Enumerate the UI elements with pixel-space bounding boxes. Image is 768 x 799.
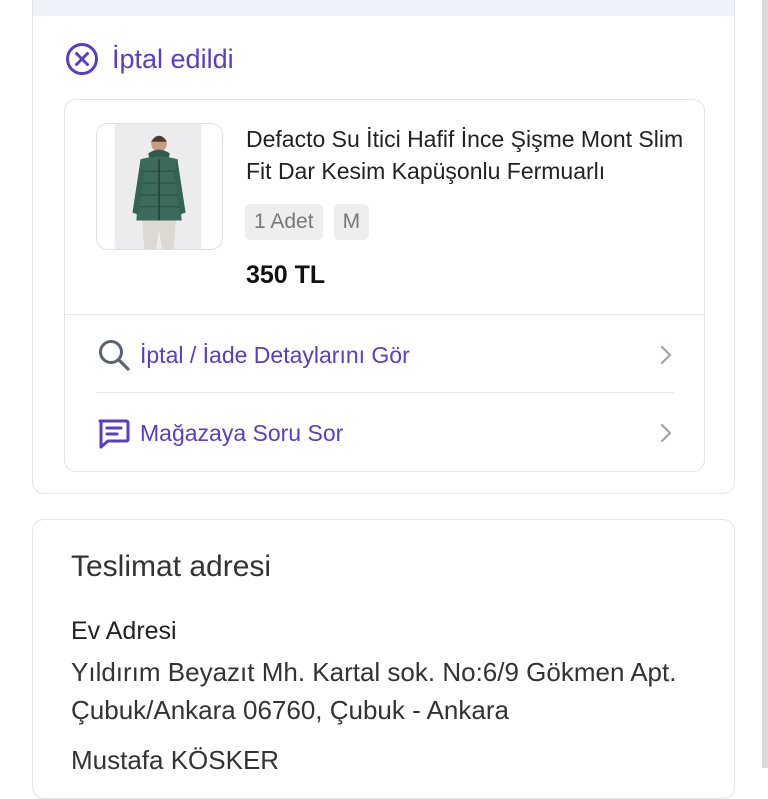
status-text: İptal edildi xyxy=(112,43,234,74)
action-label: İptal / İade Detaylarını Gör xyxy=(140,341,410,368)
cancel-return-details-button[interactable]: İptal / İade Detaylarını Gör xyxy=(96,333,674,377)
divider xyxy=(96,392,674,393)
product-image[interactable] xyxy=(96,123,223,250)
size-chip: M xyxy=(333,204,370,240)
product-title[interactable]: Defacto Su İtici Hafif İnce Şişme Mont S… xyxy=(246,123,686,187)
chevron-right-icon xyxy=(660,345,672,365)
cancel-circle-icon xyxy=(66,43,98,75)
chat-message-icon xyxy=(98,419,130,449)
item-price: 350 TL xyxy=(246,261,326,289)
quantity-chip: 1 Adet xyxy=(245,204,323,240)
divider xyxy=(65,314,704,315)
address-text: Yıldırım Beyazıt Mh. Kartal sok. No:6/9 … xyxy=(71,657,677,725)
action-label: Mağazaya Soru Sor xyxy=(140,419,344,446)
order-card: İptal edildi Defacto Su İtici Hafif İnce… xyxy=(32,0,735,494)
search-icon xyxy=(99,340,130,371)
recipient-name: Mustafa KÖSKER xyxy=(71,745,280,775)
chevron-right-icon xyxy=(660,423,672,443)
card-top-band xyxy=(33,0,734,16)
scrollbar[interactable] xyxy=(762,0,768,768)
item-attributes: 1 Adet M xyxy=(245,204,370,240)
order-item: Defacto Su İtici Hafif İnce Şişme Mont S… xyxy=(64,99,705,472)
ask-store-question-button[interactable]: Mağazaya Soru Sor xyxy=(96,411,674,455)
delivery-address-card: Teslimat adresi Ev Adresi Yıldırım Beyaz… xyxy=(32,519,735,799)
address-type: Ev Adresi xyxy=(71,617,177,645)
section-heading: Teslimat adresi xyxy=(71,550,272,583)
product-jacket-photo xyxy=(97,124,222,249)
order-status: İptal edildi xyxy=(65,40,234,78)
